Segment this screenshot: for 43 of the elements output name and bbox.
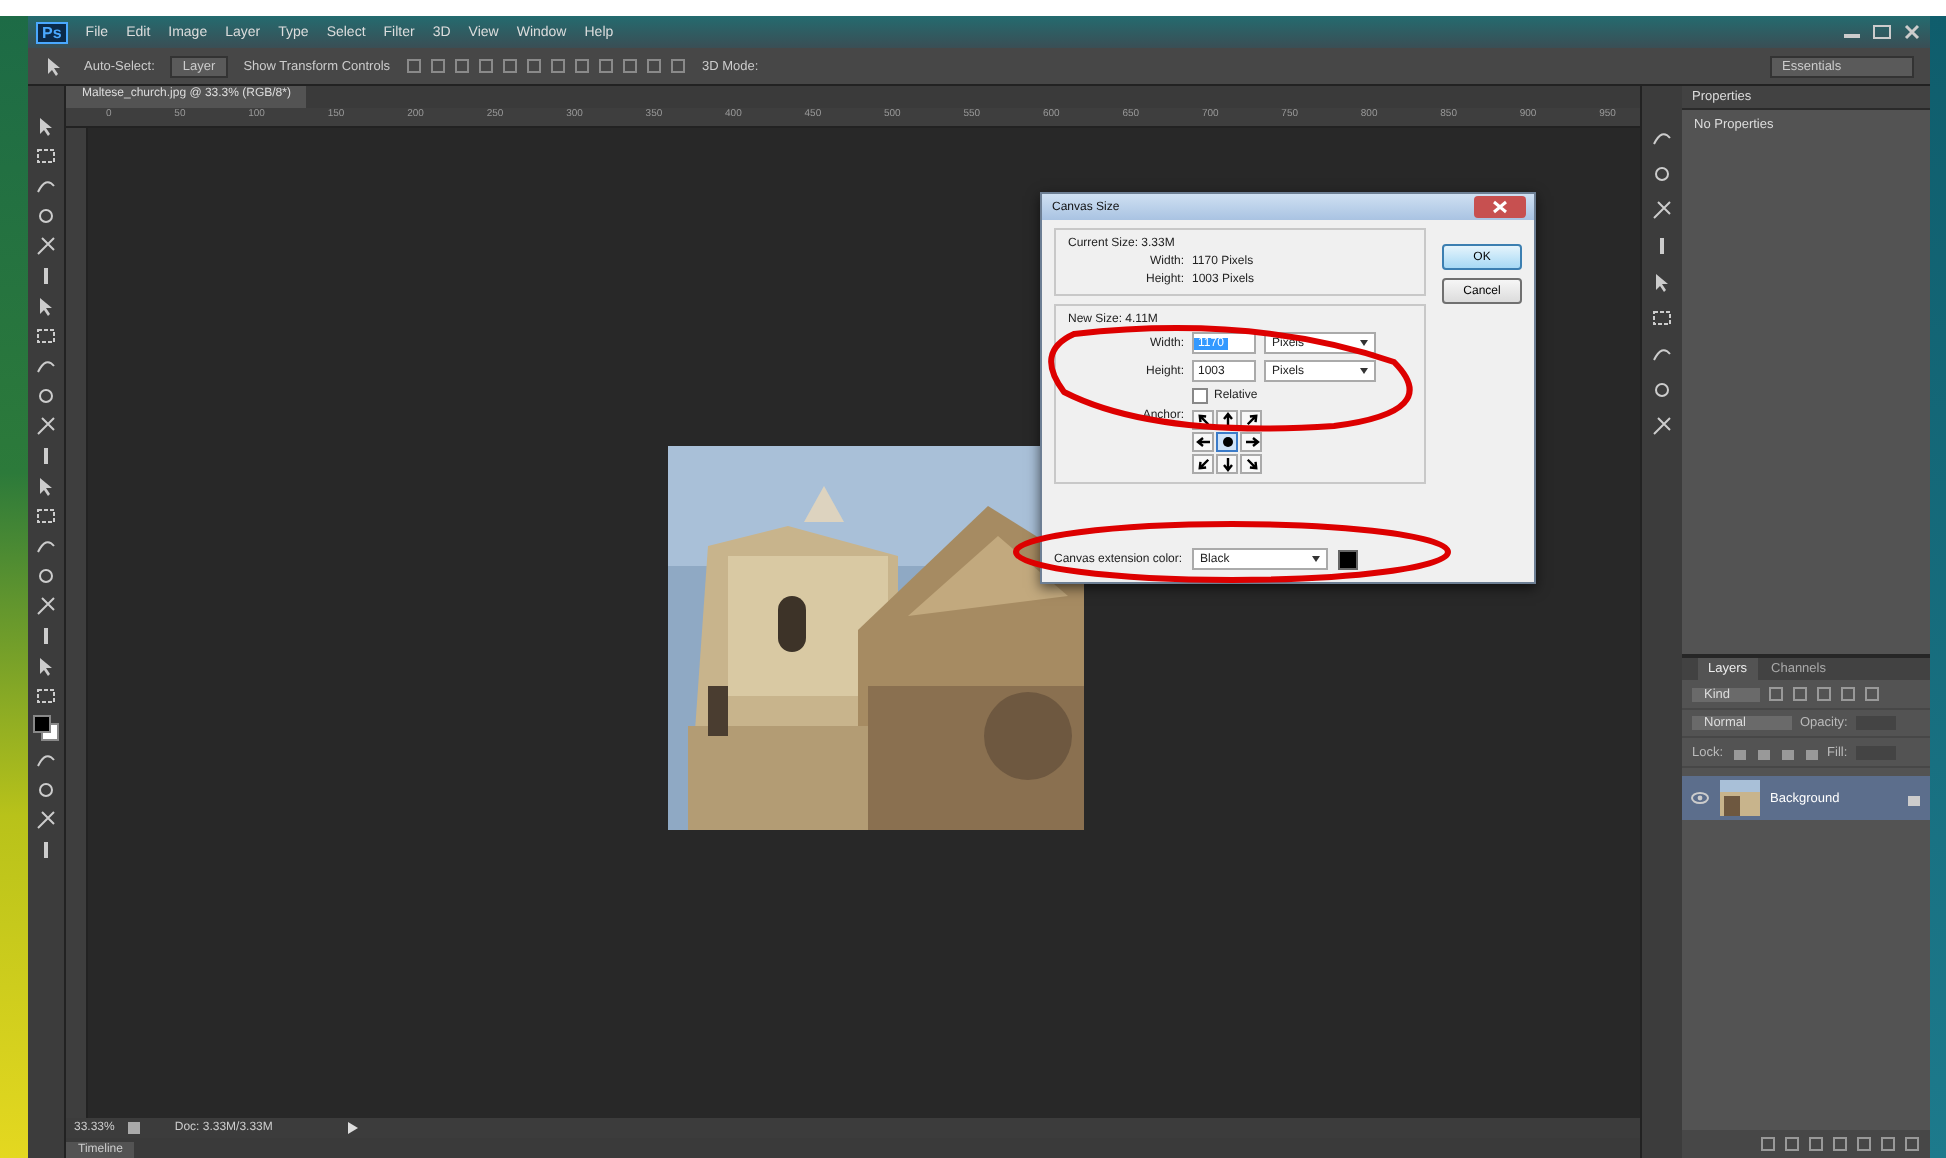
app-logo[interactable]: Ps xyxy=(36,21,68,43)
arrow-icon xyxy=(1243,412,1259,428)
tool-icon[interactable] xyxy=(34,808,58,832)
tool-icon[interactable] xyxy=(34,384,58,408)
color-swatches-icon[interactable] xyxy=(32,714,60,742)
arrow-icon[interactable] xyxy=(346,1120,361,1136)
dot-icon xyxy=(1219,434,1235,450)
layer-thumbnail xyxy=(1720,780,1760,816)
color-swatch[interactable] xyxy=(1338,549,1359,569)
arrow-icon xyxy=(1195,412,1211,428)
tool-icon[interactable] xyxy=(34,778,58,802)
tool-icon[interactable] xyxy=(34,684,58,708)
tool-icon[interactable] xyxy=(34,324,58,348)
arrow-icon xyxy=(1219,456,1235,472)
anchor-button[interactable] xyxy=(1192,432,1214,452)
tool-icon[interactable] xyxy=(34,234,58,258)
arrow-icon xyxy=(1243,456,1259,472)
anchor-button[interactable] xyxy=(1216,432,1238,452)
tool-icon[interactable] xyxy=(34,564,58,588)
visibility-icon[interactable] xyxy=(1690,790,1710,806)
arrow-icon xyxy=(1195,434,1211,450)
tool-icon[interactable] xyxy=(34,204,58,228)
arrow-icon xyxy=(1219,412,1235,428)
close-icon[interactable] xyxy=(1474,196,1526,218)
tool-icon[interactable] xyxy=(34,504,58,528)
arrow-icon xyxy=(1195,456,1211,472)
tool-icon[interactable] xyxy=(34,414,58,438)
relative-checkbox[interactable] xyxy=(1192,388,1208,404)
lock-icon xyxy=(1906,790,1922,806)
panel-icon[interactable] xyxy=(1650,378,1674,402)
panel-icon[interactable] xyxy=(1650,198,1674,222)
close-icon[interactable] xyxy=(1902,24,1922,40)
maximize-icon[interactable] xyxy=(1872,24,1892,40)
anchor-button[interactable] xyxy=(1216,454,1238,474)
panel-icon[interactable] xyxy=(1650,162,1674,186)
panel-icon[interactable] xyxy=(1650,414,1674,438)
panel-icon[interactable] xyxy=(1650,306,1674,330)
anchor-button[interactable] xyxy=(1192,454,1214,474)
tool-icon[interactable] xyxy=(34,144,58,168)
tool-icon[interactable] xyxy=(34,594,58,618)
arrow-icon xyxy=(1243,434,1259,450)
anchor-button[interactable] xyxy=(1240,432,1262,452)
anchor-button[interactable] xyxy=(1240,454,1262,474)
